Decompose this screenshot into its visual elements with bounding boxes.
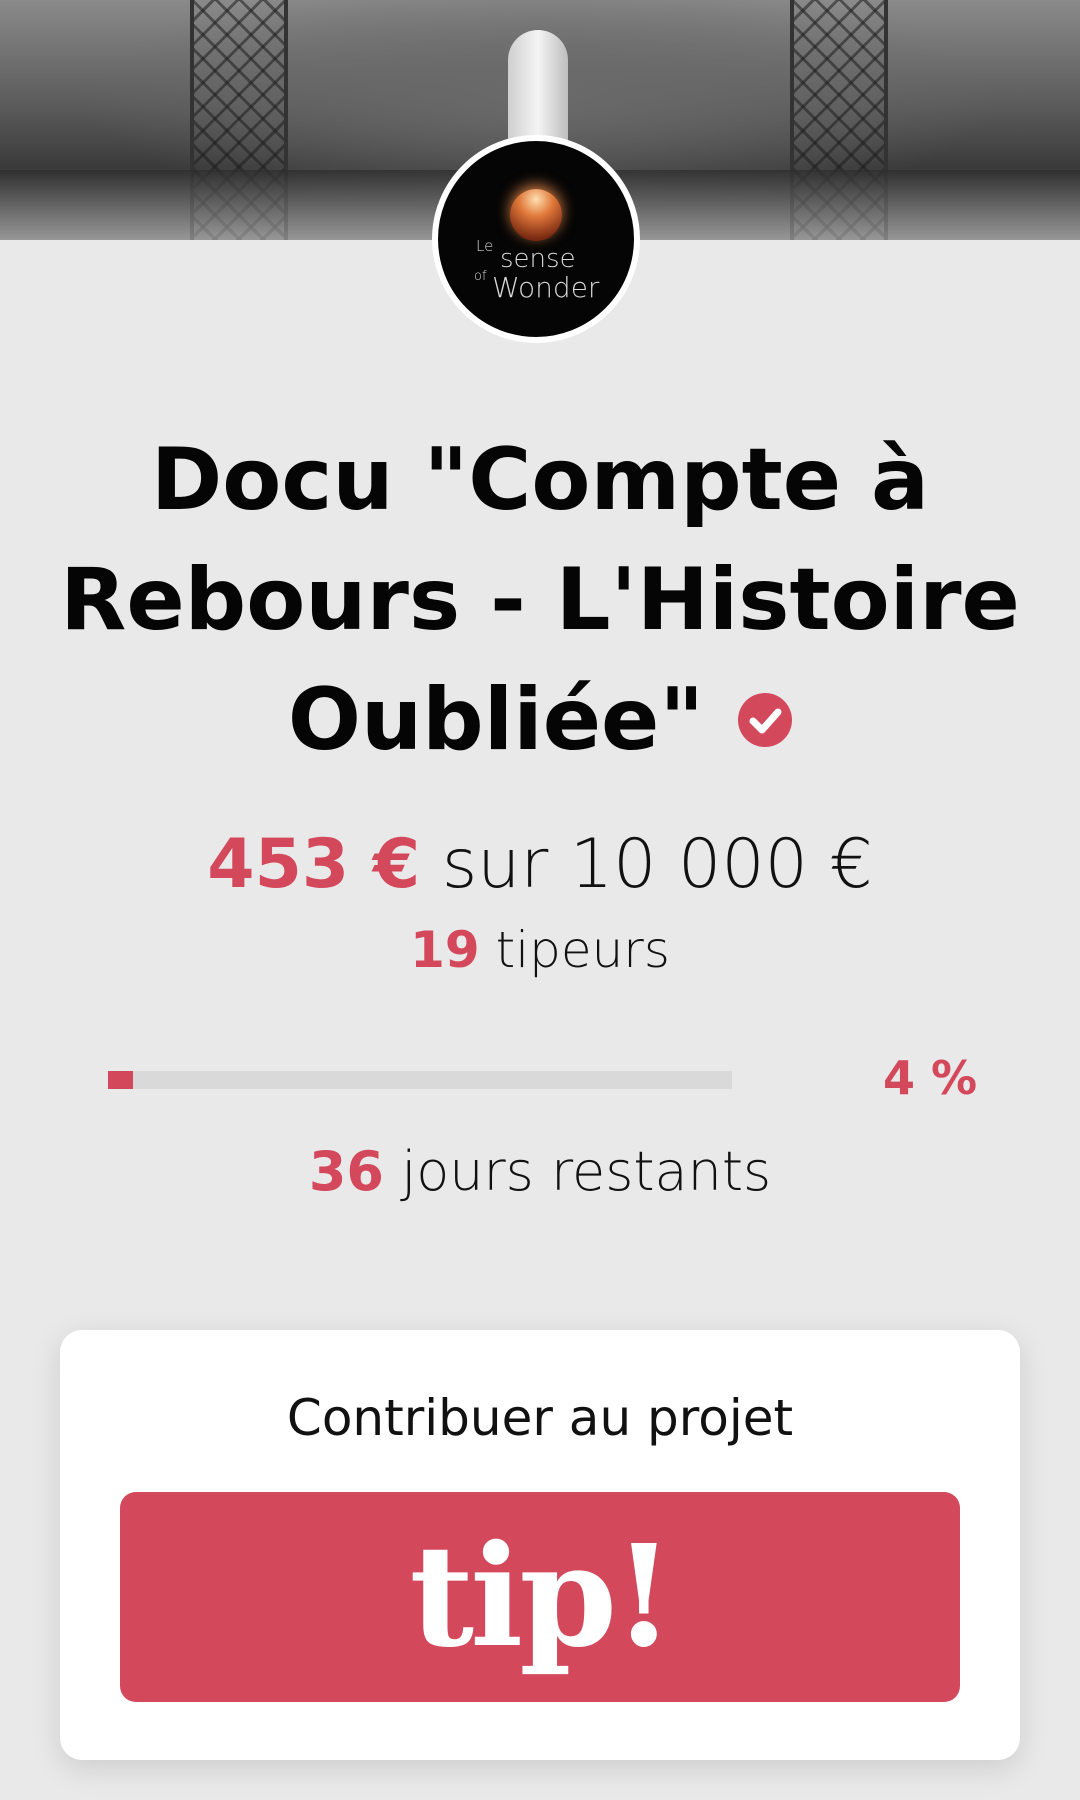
funding-amount: 453 € sur 10 000 €	[0, 820, 1080, 910]
funding-percent: 4 %	[882, 1051, 978, 1105]
logo-text-sense: sense	[500, 244, 576, 274]
days-number: 36	[308, 1140, 385, 1203]
days-remaining: 36 jours restants	[0, 1137, 1080, 1207]
contribute-card: Contribuer au projet tip!	[60, 1330, 1020, 1760]
tippers-number: 19	[410, 921, 480, 979]
days-label: jours restants	[401, 1140, 772, 1203]
project-title-line2: Rebours - L'Histoire	[60, 550, 1020, 650]
tippers-label: tipeurs	[495, 921, 670, 979]
project-logo-avatar[interactable]: Le sense of Wonder	[432, 135, 640, 343]
funding-progress-bar	[108, 1071, 732, 1089]
funding-progress-fill	[108, 1071, 133, 1089]
project-title-line1: Docu "Compte à	[150, 430, 930, 530]
logo-text-of: of	[474, 269, 487, 284]
tip-button[interactable]: tip!	[120, 1492, 960, 1702]
logo-text-le: Le	[476, 237, 494, 255]
goal-text: sur 10 000 €	[441, 825, 873, 904]
contribute-heading: Contribuer au projet	[286, 1389, 794, 1447]
tippers-count: 19 tipeurs	[0, 915, 1080, 985]
planet-sunrise-icon	[510, 189, 562, 241]
raised-amount: 453 €	[207, 825, 421, 904]
project-title: Docu "Compte à Rebours - L'Histoire Oubl…	[30, 420, 1050, 780]
project-title-line3: Oubliée"	[287, 670, 705, 770]
logo-text-wonder: Wonder	[492, 271, 600, 304]
verified-check-icon	[738, 692, 793, 747]
